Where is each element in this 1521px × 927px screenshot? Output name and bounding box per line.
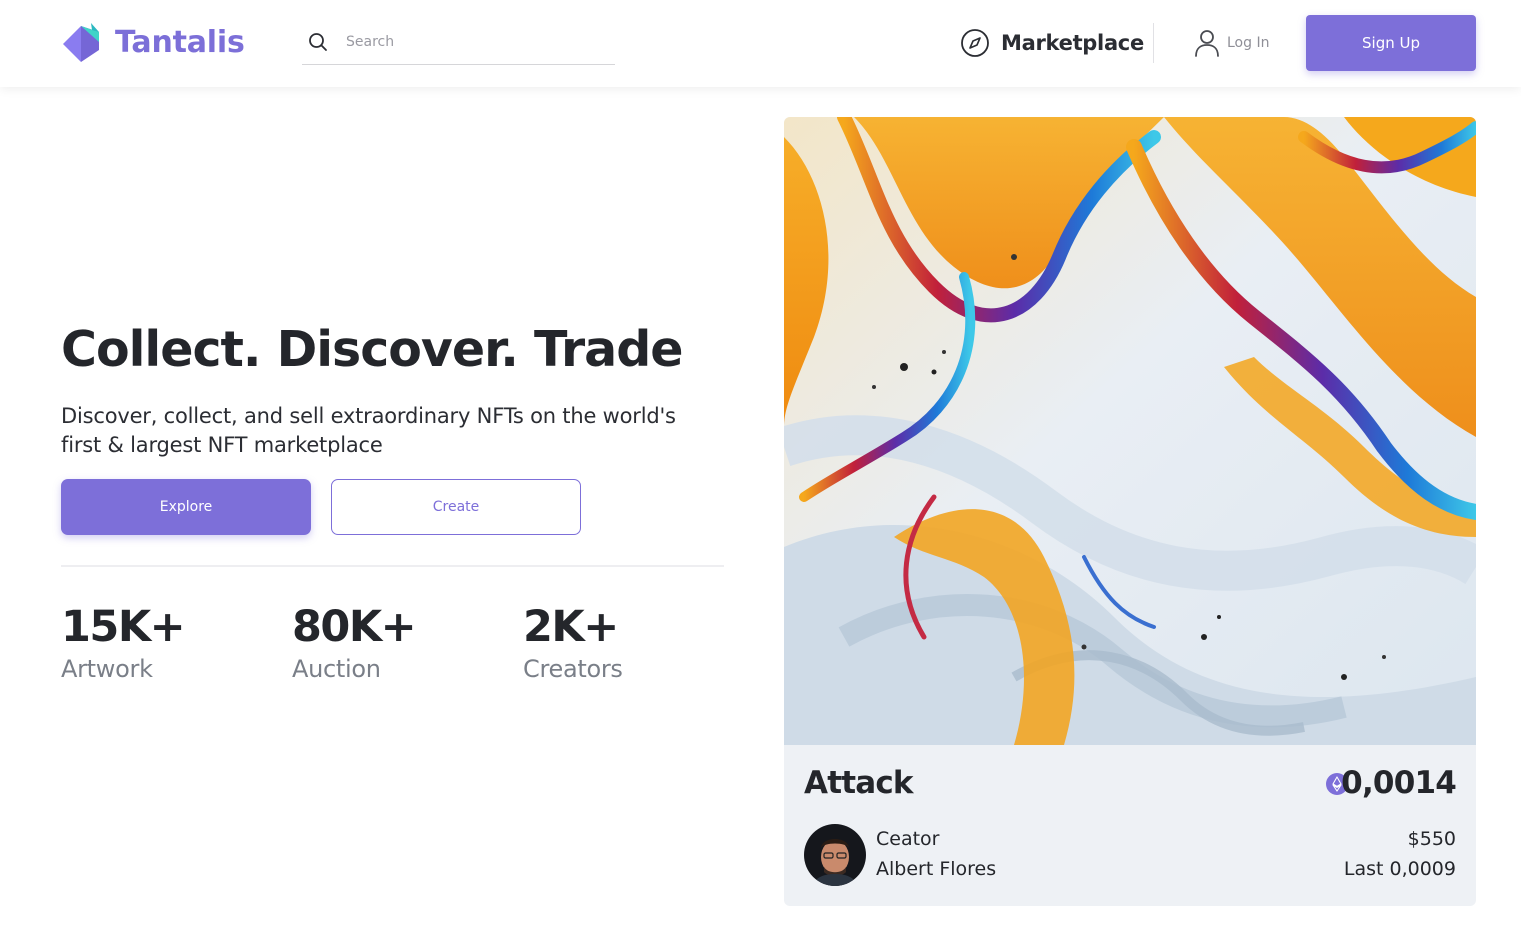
logo[interactable]: Tantalis <box>61 20 245 64</box>
nav-divider <box>1153 23 1154 63</box>
search-icon[interactable] <box>308 32 328 52</box>
explore-button[interactable]: Explore <box>61 479 311 535</box>
stat-value: 2K+ <box>523 602 619 652</box>
stat-creators: 2K+ Creators <box>523 600 623 684</box>
stat-value: 15K+ <box>61 602 186 652</box>
stat-label: Auction <box>292 655 381 683</box>
nft-title: Attack <box>804 765 914 801</box>
creator-avatar[interactable] <box>804 824 866 886</box>
featured-nft-card[interactable]: Attack 0,0014 Ceator Albert Flores $550 … <box>784 117 1476 906</box>
creator-label: Ceator <box>876 828 940 850</box>
marketplace-link[interactable]: Marketplace <box>960 28 1144 58</box>
creator-name[interactable]: Albert Flores <box>876 858 996 880</box>
tantalis-logo-icon <box>63 23 99 62</box>
login-link[interactable]: Log In <box>1194 29 1269 57</box>
stat-artwork: 15K+ Artwork <box>61 600 186 684</box>
login-label: Log In <box>1227 35 1270 51</box>
nft-artwork-image[interactable] <box>784 117 1476 745</box>
hero-divider <box>61 565 724 567</box>
compass-icon <box>961 29 989 57</box>
search-input[interactable] <box>346 30 606 54</box>
stat-value: 80K+ <box>292 602 417 652</box>
stat-label: Artwork <box>61 655 153 683</box>
create-button[interactable]: Create <box>331 479 581 535</box>
search-bar <box>302 22 615 65</box>
user-icon <box>1195 30 1219 57</box>
hero-subtitle: Discover, collect, and sell extraordinar… <box>61 404 676 457</box>
marketplace-label: Marketplace <box>1001 31 1144 55</box>
logo-text: Tantalis <box>115 24 245 60</box>
sign-up-button[interactable]: Sign Up <box>1306 15 1476 71</box>
nft-price-usd: $550 <box>1407 828 1456 850</box>
nft-price-eth: 0,0014 <box>1341 765 1457 801</box>
hero-title: Collect. Discover. Trade <box>61 321 684 378</box>
stat-auction: 80K+ Auction <box>292 600 417 684</box>
stat-label: Creators <box>523 655 623 683</box>
top-nav-bar: Tantalis Marketplace Log In Sign Up <box>0 0 1521 87</box>
nft-last-price: Last 0,0009 <box>1343 858 1456 880</box>
